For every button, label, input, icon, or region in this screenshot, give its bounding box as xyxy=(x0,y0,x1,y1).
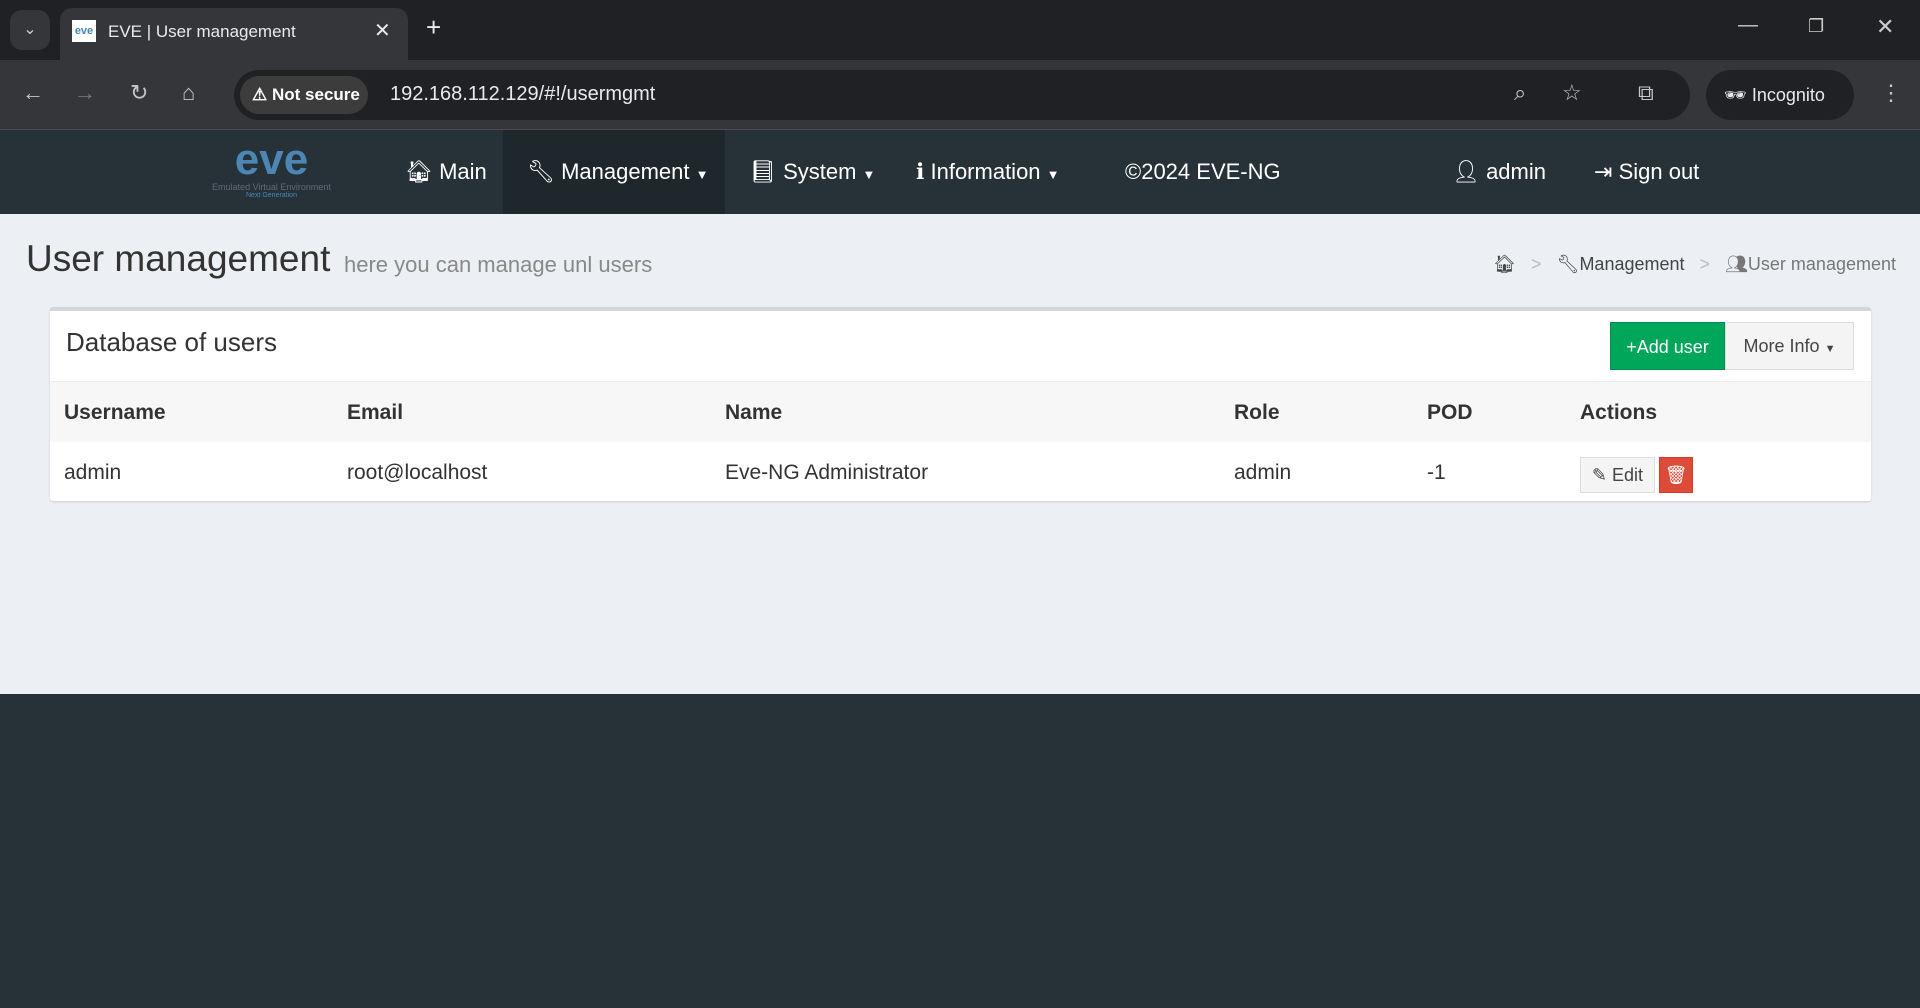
favicon-icon: eve xyxy=(72,20,96,42)
delete-button[interactable]: 🗑︎ xyxy=(1659,457,1693,493)
nav-signout[interactable]: ⇥ Sign out xyxy=(1594,130,1699,214)
info-icon: ℹ xyxy=(916,159,925,184)
new-tab-icon[interactable]: + xyxy=(426,12,441,43)
bookmark-star-icon[interactable]: ☆ xyxy=(1562,80,1582,106)
eve-logo[interactable]: eve Emulated Virtual Environment Next Ge… xyxy=(200,138,343,206)
add-user-button[interactable]: +Add user xyxy=(1610,322,1725,370)
nav-system-label: System xyxy=(783,159,857,184)
close-window-icon[interactable]: ✕ xyxy=(1876,14,1894,40)
nav-management-label: Management xyxy=(561,159,690,184)
incognito-chip[interactable]: 🕶 Incognito xyxy=(1706,70,1854,120)
reload-icon[interactable]: ↻ xyxy=(130,80,148,106)
breadcrumb-current-label: User management xyxy=(1747,254,1896,274)
url-text[interactable]: 192.168.112.129/#!/usermgmt xyxy=(390,83,655,106)
nav-main[interactable]: 🏠︎ Main xyxy=(405,130,487,214)
nav-information[interactable]: ℹ Information ▼ xyxy=(916,130,1060,214)
forward-icon[interactable]: → xyxy=(74,80,96,106)
header-name: Name xyxy=(725,401,783,424)
menu-icon[interactable]: ⋮ xyxy=(1880,80,1902,106)
cell-pod: -1 xyxy=(1427,461,1446,484)
nav-system[interactable]: 📘︎ System ▼ xyxy=(749,130,875,214)
edit-label: Edit xyxy=(1612,465,1644,485)
minimize-icon[interactable]: — xyxy=(1738,14,1758,37)
browser-tab-strip: ⌄ eve EVE | User management ✕ + — ❐ ✕ xyxy=(0,0,1920,60)
page-title: User management xyxy=(26,238,331,279)
nav-information-label: Information xyxy=(930,159,1041,184)
top-navbar: eve Emulated Virtual Environment Next Ge… xyxy=(0,130,1920,214)
header-email: Email xyxy=(347,401,404,424)
edit-button[interactable]: ✎ Edit xyxy=(1580,457,1655,493)
book-icon: 📘︎ xyxy=(749,159,777,184)
restore-icon[interactable]: ❐ xyxy=(1808,16,1824,37)
tab-close-icon[interactable]: ✕ xyxy=(374,18,391,43)
cell-name: Eve-NG Administrator xyxy=(725,461,929,484)
wrench-icon: 🔧︎ xyxy=(1556,254,1580,274)
nav-signout-label: Sign out xyxy=(1618,159,1700,184)
logo-subtitle: Emulated Virtual Environment xyxy=(212,182,331,192)
logo-text: eve xyxy=(234,135,309,184)
security-label: Not secure xyxy=(271,85,360,104)
breadcrumb-home-icon[interactable]: 🏠︎ xyxy=(1493,254,1516,274)
box-title: Database of users xyxy=(66,327,278,357)
header-actions: Actions xyxy=(1580,401,1658,424)
header-pod: POD xyxy=(1427,401,1473,424)
nav-copyright[interactable]: ©2024 EVE-NG xyxy=(1125,130,1281,214)
cell-username: admin xyxy=(64,461,122,484)
browser-toolbar: ← → ↻ ⌂ ⚠ Not secure 192.168.112.129/#!/… xyxy=(0,60,1920,130)
extensions-icon[interactable]: ⧉ xyxy=(1638,80,1654,106)
tab-search-button[interactable]: ⌄ xyxy=(10,10,50,50)
more-info-button[interactable]: More Info ▼ xyxy=(1725,322,1854,370)
user-icon: 👤︎ xyxy=(1452,159,1480,184)
page-subtitle: here you can manage unl users xyxy=(344,252,653,277)
breadcrumb-management-label: Management xyxy=(1579,254,1685,274)
breadcrumb: 🏠︎ > 🔧︎Management > 👥︎User management xyxy=(1493,254,1896,275)
breadcrumb-separator: > xyxy=(1531,254,1542,274)
tab-title: EVE | User management xyxy=(108,22,296,41)
warning-icon: ⚠ xyxy=(252,85,268,104)
caret-down-icon: ▼ xyxy=(695,167,709,182)
zoom-icon[interactable]: ⌕ xyxy=(1514,80,1526,106)
logo-subtitle2: Next Generation xyxy=(246,192,297,199)
breadcrumb-current: 👥︎User management xyxy=(1725,254,1896,274)
wrench-icon: 🔧︎ xyxy=(527,159,555,184)
nav-user-label: admin xyxy=(1486,159,1546,184)
header-role: Role xyxy=(1234,401,1280,424)
header-username: Username xyxy=(64,401,166,424)
home-icon[interactable]: ⌂ xyxy=(182,80,195,106)
browser-tab[interactable]: eve EVE | User management ✕ xyxy=(60,8,408,60)
breadcrumb-management[interactable]: 🔧︎Management xyxy=(1557,254,1685,274)
breadcrumb-separator: > xyxy=(1699,254,1711,274)
edit-icon: ✎ xyxy=(1591,465,1608,485)
nav-management[interactable]: 🔧︎ Management ▼ xyxy=(503,130,725,214)
incognito-icon: 🕶 xyxy=(1724,85,1747,105)
cell-role: admin xyxy=(1234,461,1292,484)
nav-main-label: Main xyxy=(439,159,487,184)
users-icon: 👥︎ xyxy=(1725,254,1748,274)
caret-down-icon: ▼ xyxy=(1046,167,1060,182)
more-info-label: More Info xyxy=(1743,336,1820,356)
back-icon[interactable]: ← xyxy=(22,80,44,106)
nav-user[interactable]: 👤︎ admin xyxy=(1452,130,1546,214)
users-box: Database of users +Add user More Info ▼ … xyxy=(50,307,1871,501)
trash-icon: 🗑︎ xyxy=(1664,465,1688,485)
incognito-label: Incognito xyxy=(1751,85,1825,105)
sign-out-icon: ⇥ xyxy=(1594,159,1613,184)
cell-email: root@localhost xyxy=(347,461,488,484)
address-bar[interactable]: ⚠ Not secure 192.168.112.129/#!/usermgmt… xyxy=(234,70,1690,120)
home-icon: 🏠︎ xyxy=(405,159,433,184)
caret-down-icon: ▼ xyxy=(862,167,876,182)
security-chip[interactable]: ⚠ Not secure xyxy=(240,76,368,114)
caret-down-icon: ▼ xyxy=(1824,343,1836,355)
